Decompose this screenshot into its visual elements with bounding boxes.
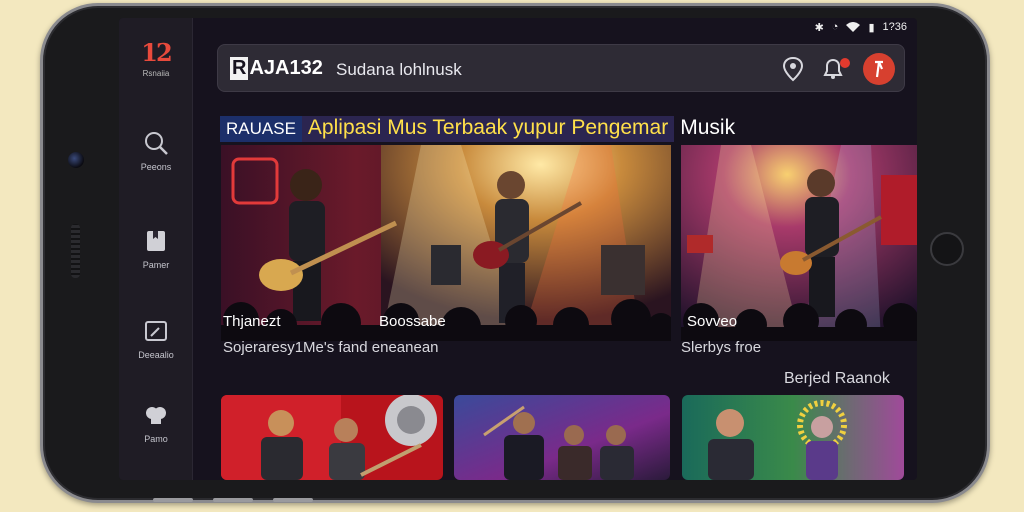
page-title: RAUASE Aplipasi Mus Terbaak yupur Pengem… — [220, 116, 742, 146]
battery-icon: ▮ — [868, 21, 875, 34]
headline-tag: RAUASE — [220, 116, 302, 142]
sidebar-item-media[interactable]: Pamo — [119, 402, 193, 444]
music-card[interactable] — [221, 395, 443, 480]
featured-banner-main[interactable] — [221, 145, 671, 341]
section-label: Berjed Raanok — [784, 370, 890, 387]
status-bar: ✱ ◔ ▮ 1?36 — [815, 20, 907, 34]
volume-button — [153, 498, 193, 502]
card-image — [454, 395, 670, 480]
music-card[interactable] — [682, 395, 904, 480]
app-screen: ✱ ◔ ▮ 1?36 12 Rsnaiia Peeons Pamer Deeaa… — [119, 18, 917, 480]
location-pin-icon[interactable] — [780, 56, 806, 82]
music-card[interactable] — [454, 395, 670, 480]
brand-initial: R — [230, 57, 249, 80]
featured-description: Sojeraresy1Me's fand eneanean — [223, 339, 439, 356]
card-image — [682, 395, 904, 480]
featured-title: Thjanezt — [223, 313, 281, 330]
sidebar-item-label: Pamo — [144, 434, 168, 444]
search-bar[interactable]: R AJA132 Sudana lohlnusk — [217, 44, 905, 92]
sidebar-item-edit[interactable]: Deeaalio — [119, 318, 193, 360]
featured-title: Boossabe — [379, 313, 446, 330]
sidebar-item-label: Pamer — [142, 260, 170, 270]
alarm-icon: ◔ — [831, 21, 839, 33]
card-image — [221, 395, 443, 480]
bluetooth-icon: ✱ — [814, 21, 824, 34]
edit-icon — [145, 321, 167, 341]
sidebar: 12 Rsnaiia Peeons Pamer Deeaalio Pamo — [119, 18, 193, 480]
sidebar-item-search[interactable]: Peeons — [119, 130, 193, 172]
brand-text: AJA132 — [249, 57, 323, 79]
notification-badge — [840, 58, 850, 68]
volume-button — [213, 498, 253, 502]
headline-main: Aplipasi Mus Terbaak yupur Pengemar — [301, 116, 675, 142]
featured-description: Slerbys froe — [681, 339, 762, 356]
power-button — [273, 498, 313, 502]
sidebar-item-bookmarks[interactable]: Pamer — [119, 228, 193, 270]
featured-title: Sovveo — [687, 313, 738, 330]
front-camera — [68, 152, 84, 168]
media-icon — [146, 407, 166, 424]
speaker-grille — [71, 224, 80, 278]
headline-end: Musik — [674, 116, 742, 142]
profile-avatar-icon[interactable] — [863, 53, 895, 85]
logo-mark: 12 — [141, 38, 172, 67]
home-button[interactable] — [930, 232, 964, 266]
app-logo[interactable]: 12 Rsnaiia — [119, 38, 193, 78]
featured-banner-secondary[interactable] — [681, 145, 917, 341]
sidebar-item-label: Deeaalio — [138, 350, 174, 360]
bookmark-icon — [147, 231, 165, 251]
sidebar-item-label: Peeons — [140, 162, 172, 172]
concert-image — [221, 145, 671, 341]
brand-name: R AJA132 — [230, 57, 323, 80]
wifi-icon — [846, 21, 861, 32]
search-input[interactable]: Sudana lohlnusk — [336, 60, 462, 80]
logo-subtitle: Rsnaiia — [142, 69, 170, 78]
concert-image — [681, 145, 917, 341]
search-icon — [145, 132, 168, 155]
status-time: 1?36 — [882, 21, 907, 33]
